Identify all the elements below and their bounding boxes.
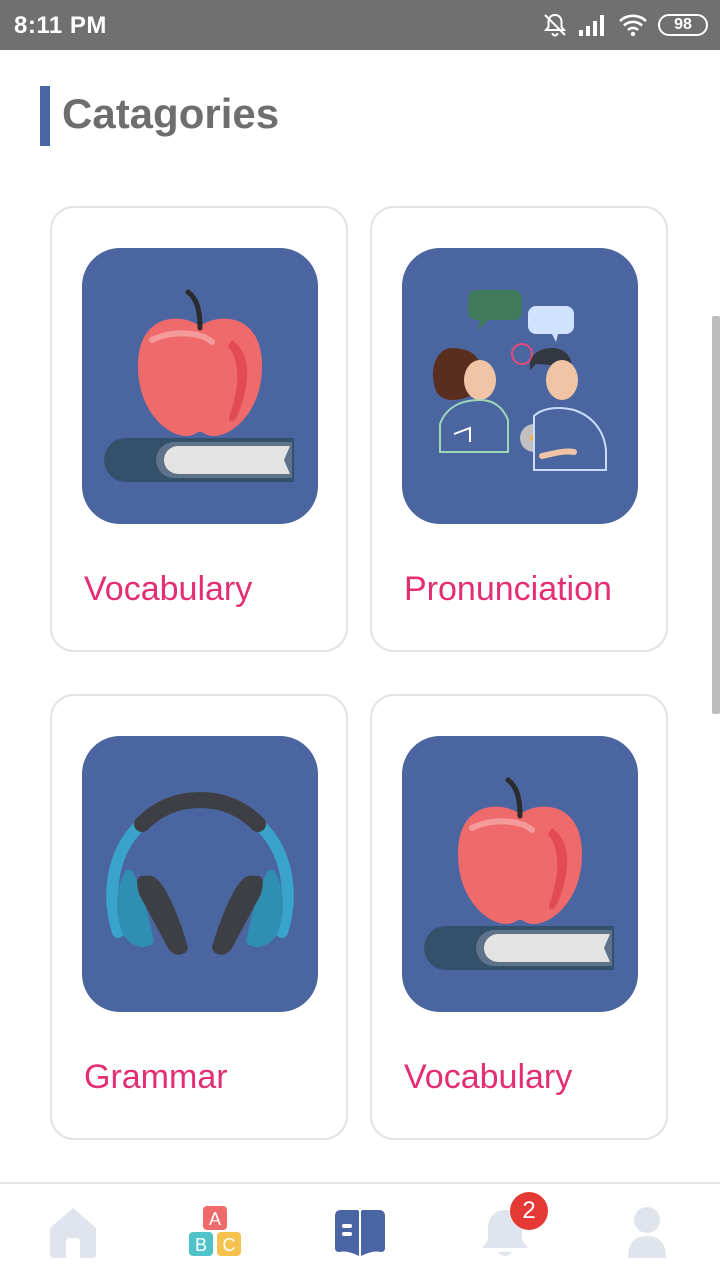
- open-book-icon: [335, 1210, 385, 1256]
- mute-bell-icon: [543, 13, 567, 37]
- category-thumbnail: [82, 248, 318, 524]
- category-label: Vocabulary: [404, 1058, 573, 1096]
- nav-abc[interactable]: A B C: [180, 1202, 250, 1262]
- conversation-icon: [432, 290, 607, 471]
- category-thumbnail: [402, 736, 638, 1012]
- bottom-navigation: A B C: [0, 1182, 720, 1282]
- signal-icon: [579, 15, 604, 36]
- status-time: 8:11 PM: [14, 12, 107, 39]
- category-card-pronunciation[interactable]: Pronunciation: [370, 206, 668, 652]
- home-icon: [50, 1208, 96, 1258]
- category-label: Vocabulary: [84, 570, 253, 608]
- user-icon: [628, 1207, 666, 1258]
- apple-book-icon: [424, 777, 614, 970]
- abc-blocks-icon: A B C: [189, 1206, 241, 1256]
- battery-icon: 98: [658, 14, 708, 36]
- battery-level: 98: [674, 16, 692, 33]
- status-bar: 8:11 PM 98: [0, 0, 720, 50]
- svg-text:B: B: [195, 1235, 207, 1255]
- page-title: Catagories: [62, 90, 280, 137]
- category-label: Pronunciation: [404, 570, 612, 608]
- category-card-vocabulary[interactable]: Vocabulary: [50, 206, 348, 652]
- nav-book[interactable]: [325, 1202, 395, 1262]
- category-thumbnail: [82, 736, 318, 1012]
- status-icons: 98: [542, 10, 708, 40]
- category-label: Grammar: [84, 1058, 228, 1096]
- scrollbar[interactable]: [712, 316, 720, 714]
- category-card-grammar[interactable]: Grammar: [50, 694, 348, 1140]
- title-accent-bar: [40, 86, 50, 146]
- headphones-icon: [106, 791, 294, 955]
- category-card-vocabulary-2[interactable]: Vocabulary: [370, 694, 668, 1140]
- nav-home[interactable]: [38, 1202, 108, 1262]
- notification-badge: 2: [510, 1192, 548, 1230]
- apple-book-icon: [104, 289, 294, 482]
- category-thumbnail: [402, 248, 638, 524]
- svg-text:A: A: [209, 1209, 221, 1229]
- svg-text:C: C: [223, 1235, 236, 1255]
- nav-profile[interactable]: [612, 1202, 682, 1262]
- wifi-icon: [619, 14, 647, 37]
